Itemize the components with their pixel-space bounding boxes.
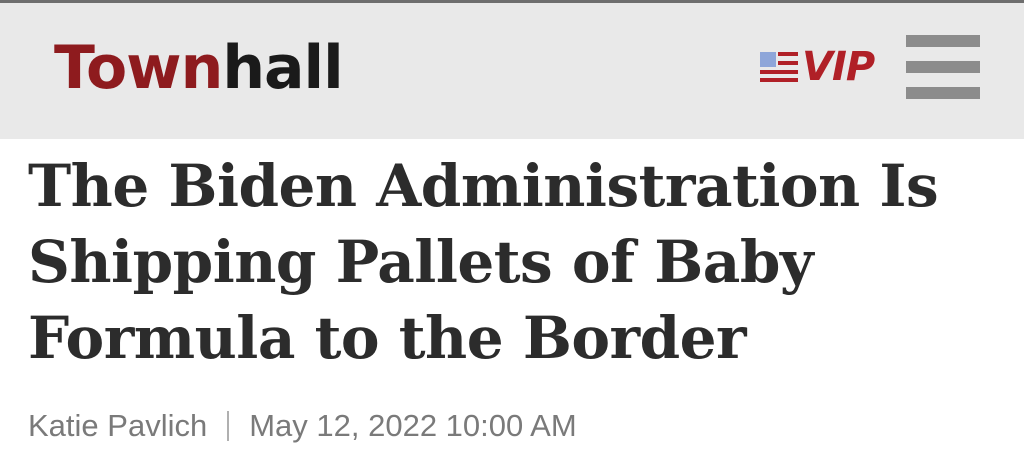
byline-separator (227, 411, 230, 441)
publish-date: May 12, 2022 10:00 AM (249, 408, 577, 443)
townhall-logo[interactable]: Townhall (54, 33, 344, 103)
byline: Katie Pavlich May 12, 2022 10:00 AM (28, 406, 577, 446)
vip-link[interactable]: VIP (760, 44, 875, 90)
logo-part-town: Town (54, 33, 223, 103)
article-title: The Biden Administration Is Shipping Pal… (28, 152, 939, 372)
flag-icon (760, 52, 798, 82)
logo-part-hall: hall (222, 33, 343, 103)
author-link[interactable]: Katie Pavlich (28, 406, 207, 446)
site-header: Townhall VIP (0, 3, 1024, 139)
vip-label: VIP (802, 44, 875, 90)
hamburger-menu-icon[interactable] (906, 35, 980, 99)
